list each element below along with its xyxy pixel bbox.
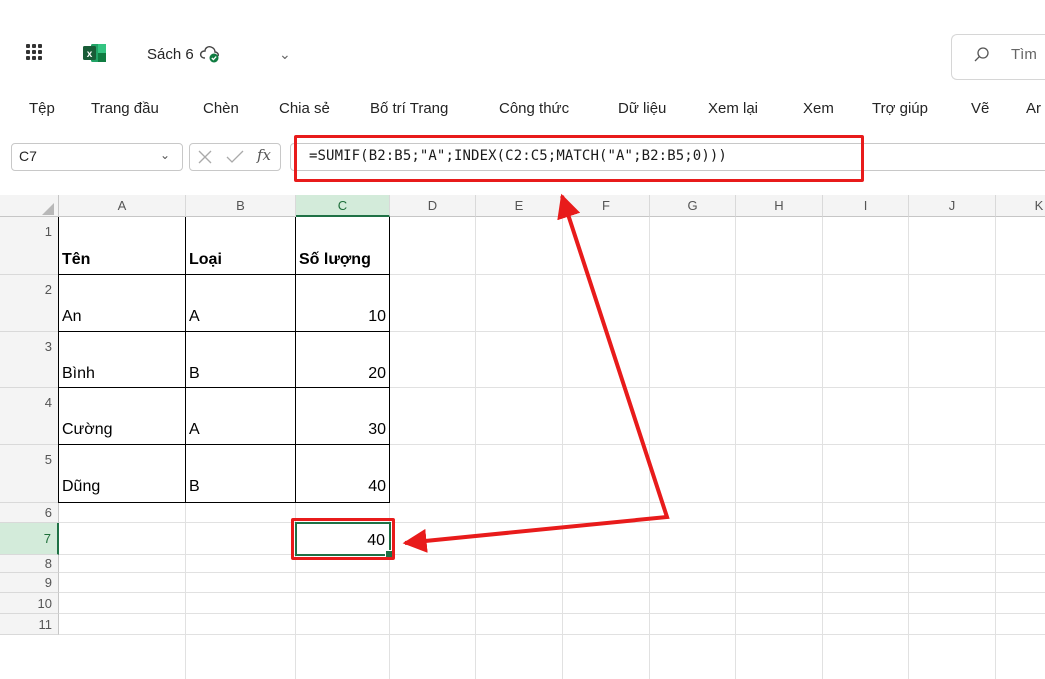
tab-automate[interactable]: Ar (1026, 100, 1041, 117)
cell-c2[interactable]: 10 (296, 308, 386, 326)
cell-a3[interactable]: Bình (62, 365, 95, 383)
tab-home[interactable]: Trang đầu (91, 100, 159, 117)
cell-header-b[interactable]: Loại (189, 251, 222, 269)
grid-line (59, 613, 1045, 614)
tab-formulas[interactable]: Công thức (499, 100, 569, 117)
name-box-value[interactable]: C7 (19, 148, 37, 164)
column-header-f[interactable]: F (563, 195, 650, 217)
row-header-3[interactable]: 3 (0, 332, 59, 388)
cancel-icon[interactable] (197, 149, 213, 165)
tab-insert[interactable]: Chèn (203, 100, 239, 117)
row-header-9[interactable]: 9 (0, 573, 59, 593)
tab-page-layout[interactable]: Bố trí Trang (370, 100, 448, 117)
row-header-6[interactable]: 6 (0, 503, 59, 523)
document-title[interactable]: Sách 6 (147, 46, 194, 63)
tab-view[interactable]: Xem (803, 100, 834, 117)
formula-annotation-box (294, 135, 864, 182)
table-border (58, 444, 390, 445)
cell-header-c[interactable]: Số lượng (299, 251, 371, 269)
table-border (58, 331, 390, 332)
grid-line (735, 217, 736, 679)
excel-logo-icon[interactable]: x (83, 43, 107, 63)
spreadsheet-grid[interactable]: A B C D E F G H I J K 1 2 3 4 5 6 7 8 9 10 11 Tên Loại Số lượng A… (0, 195, 1045, 679)
column-header-d[interactable]: D (390, 195, 476, 217)
column-header-c[interactable]: C (296, 195, 390, 217)
row-header-2[interactable]: 2 (0, 275, 59, 332)
tab-share[interactable]: Chia sẻ (279, 100, 330, 117)
chevron-down-icon[interactable]: ⌄ (160, 148, 170, 162)
search-icon (974, 47, 989, 62)
cell-c4[interactable]: 30 (296, 421, 386, 439)
table-border (58, 217, 59, 503)
waffle-icon[interactable] (26, 44, 42, 60)
cell-b4[interactable]: A (189, 421, 200, 439)
cloud-check-icon[interactable] (198, 43, 224, 63)
column-header-b[interactable]: B (186, 195, 296, 217)
grid-line (995, 217, 996, 679)
cell-b3[interactable]: B (189, 365, 200, 383)
tab-help[interactable]: Trợ giúp (872, 100, 928, 117)
grid-line (59, 592, 1045, 593)
title-bar (0, 0, 1045, 82)
grid-line (59, 522, 1045, 523)
tab-data[interactable]: Dữ liệu (618, 100, 666, 117)
grid-line (475, 217, 476, 679)
column-header-k[interactable]: K (996, 195, 1045, 217)
row-header-4[interactable]: 4 (0, 388, 59, 445)
grid-line (908, 217, 909, 679)
cell-b2[interactable]: A (189, 308, 200, 326)
column-header-e[interactable]: E (476, 195, 563, 217)
select-all-corner[interactable] (0, 195, 59, 217)
column-header-j[interactable]: J (909, 195, 996, 217)
tab-review[interactable]: Xem lại (708, 100, 758, 117)
grid-line (822, 217, 823, 679)
tab-draw[interactable]: Vẽ (971, 100, 989, 117)
result-annotation-box (291, 518, 395, 560)
tab-file[interactable]: Tệp (29, 100, 55, 117)
grid-line (59, 572, 1045, 573)
insert-function-icon[interactable]: fx (257, 146, 271, 164)
column-header-i[interactable]: I (823, 195, 909, 217)
table-border (58, 274, 390, 275)
column-header-h[interactable]: H (736, 195, 823, 217)
cell-a2[interactable]: An (62, 308, 82, 326)
row-header-7[interactable]: 7 (0, 523, 59, 555)
row-header-5[interactable]: 5 (0, 445, 59, 503)
row-header-1[interactable]: 1 (0, 217, 59, 275)
table-border (58, 502, 390, 503)
row-header-10[interactable]: 10 (0, 593, 59, 614)
search-placeholder[interactable]: Tìm (1011, 46, 1037, 63)
table-border (58, 387, 390, 388)
row-header-11[interactable]: 11 (0, 614, 59, 635)
table-border (389, 217, 390, 503)
table-border (185, 217, 186, 503)
check-icon[interactable] (226, 149, 244, 165)
grid-line (649, 217, 650, 679)
column-header-a[interactable]: A (59, 195, 186, 217)
grid-line (562, 217, 563, 679)
svg-text:x: x (87, 49, 93, 60)
grid-line (59, 554, 1045, 555)
grid-line (59, 634, 1045, 635)
cell-header-a[interactable]: Tên (62, 251, 90, 269)
table-border (295, 217, 296, 503)
cell-c5[interactable]: 40 (296, 478, 386, 496)
cell-b5[interactable]: B (189, 478, 200, 496)
ribbon-tabs: Tệp Trang đầu Chèn Chia sẻ Bố trí Trang … (0, 94, 1045, 128)
row-header-8[interactable]: 8 (0, 555, 59, 573)
cell-c3[interactable]: 20 (296, 365, 386, 383)
cell-a4[interactable]: Cường (62, 421, 113, 439)
chevron-down-icon[interactable]: ⌄ (279, 46, 291, 63)
column-header-g[interactable]: G (650, 195, 736, 217)
cell-a5[interactable]: Dũng (62, 478, 100, 496)
